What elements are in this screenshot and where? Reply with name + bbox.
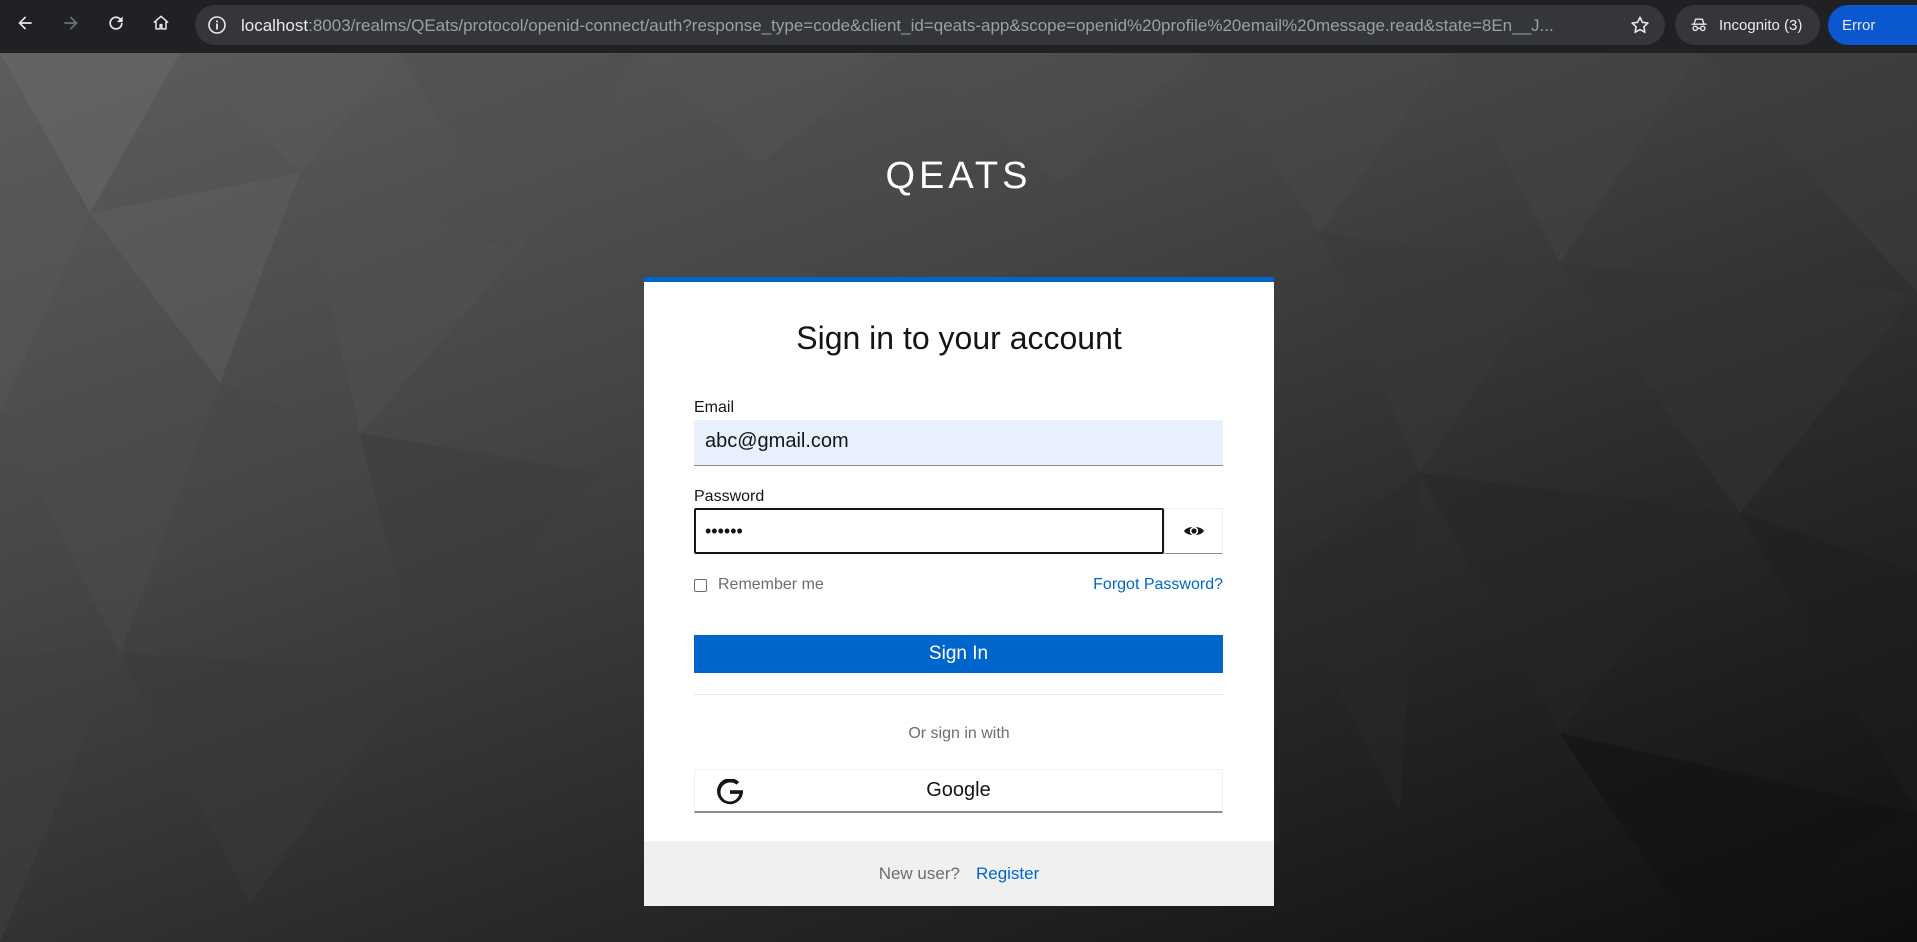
eye-icon: [1183, 526, 1204, 536]
reload-icon[interactable]: [103, 10, 129, 36]
remember-me[interactable]: Remember me: [694, 576, 824, 594]
error-label: Error: [1842, 16, 1876, 34]
password-label: Password: [694, 488, 765, 505]
forgot-password-link[interactable]: Forgot Password?: [1093, 576, 1223, 594]
incognito-label: Incognito (3): [1719, 16, 1803, 34]
url-text[interactable]: localhost:8003/realms/QEats/protocol/ope…: [241, 16, 1601, 36]
remember-me-checkbox[interactable]: [694, 578, 707, 592]
error-button[interactable]: Error: [1828, 5, 1917, 45]
show-password-button[interactable]: [1164, 508, 1223, 554]
address-bar[interactable]: localhost:8003/realms/QEats/protocol/ope…: [195, 5, 1665, 45]
divider: [694, 694, 1223, 695]
password-value: ••••••: [705, 521, 743, 541]
new-user-label: New user?: [878, 863, 960, 883]
google-icon: [717, 779, 743, 805]
register-footer: New user? Register: [644, 841, 1274, 906]
password-field[interactable]: ••••••: [694, 508, 1164, 554]
register-link[interactable]: Register: [976, 864, 1039, 884]
google-sign-in-button[interactable]: Google: [694, 769, 1223, 813]
browser-toolbar: localhost:8003/realms/QEats/protocol/ope…: [0, 0, 1917, 53]
remember-me-label: Remember me: [718, 576, 824, 593]
url-path: :8003/realms/QEats/protocol/openid-conne…: [308, 16, 1554, 35]
sign-in-button[interactable]: Sign In: [694, 635, 1223, 673]
home-icon[interactable]: [148, 10, 174, 36]
forward-icon[interactable]: [58, 10, 84, 36]
or-sign-in-with: Or sign in with: [908, 725, 1010, 742]
login-title: Sign in to your account: [796, 320, 1122, 356]
login-card: Sign in to your account Email abc@gmail.…: [644, 277, 1274, 906]
incognito-icon: [1691, 18, 1707, 32]
login-page: QEATS Sign in to your account Email abc@…: [0, 53, 1917, 942]
email-field[interactable]: abc@gmail.com: [694, 420, 1223, 466]
google-label: Google: [926, 779, 991, 801]
info-icon[interactable]: [207, 15, 227, 35]
url-host: localhost: [241, 16, 309, 35]
incognito-badge[interactable]: Incognito (3): [1675, 5, 1820, 45]
back-icon[interactable]: [12, 10, 38, 36]
star-icon[interactable]: [1629, 14, 1651, 36]
email-value: abc@gmail.com: [705, 430, 849, 452]
brand-title: QEATS: [885, 155, 1032, 197]
email-label: Email: [694, 399, 735, 416]
